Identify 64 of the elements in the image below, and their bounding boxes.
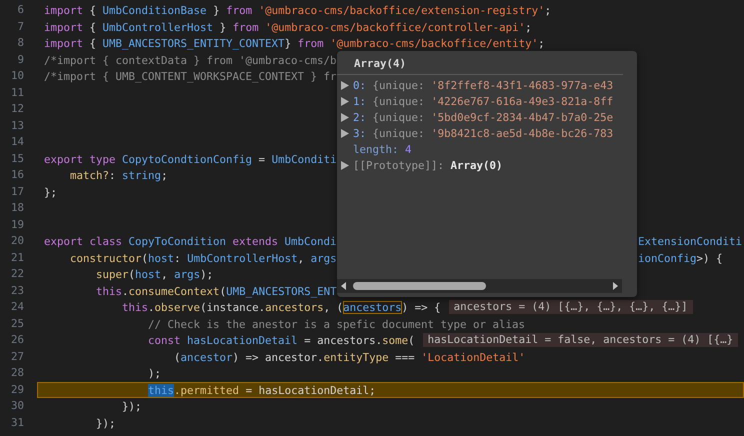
line-number: 24: [10, 299, 24, 315]
expand-icon[interactable]: [341, 80, 349, 90]
line-number: 9: [16, 52, 24, 68]
code-line: );: [147, 366, 162, 380]
code-line: import { UmbControllerHost } from '@umbraco-cms/backoffice/controller-api';: [44, 20, 532, 34]
length-entry: length: 4: [353, 142, 412, 156]
array-entry[interactable]: 2: {unique: '5bd0e9cf-2834-4b47-b7a0-25e: [353, 110, 614, 124]
array-entry[interactable]: 1: {unique: '4226e767-616a-49e3-821a-8ff: [353, 94, 614, 108]
code-line: super(host, args);: [95, 267, 214, 282]
code-line: });: [95, 416, 116, 430]
code-line: export type CopytoCondtionConfig = UmbConditi: [44, 152, 337, 166]
code-line: /*import { contextData } from '@umbraco-cms/b: [44, 52, 337, 67]
code-line: const hasLocationDetail = ancestors.some(: [147, 333, 415, 348]
code-line: ExtensionConditi: [638, 234, 742, 248]
horizontal-scrollbar[interactable]: [337, 279, 622, 293]
expand-icon[interactable]: [341, 96, 349, 106]
line-number: 14: [10, 134, 24, 150]
line-number: 8: [16, 35, 24, 51]
code-line: this.permitted = hasLocationDetail;: [147, 382, 376, 397]
line-number: 26: [10, 332, 24, 348]
line-number: 29: [10, 382, 24, 398]
line-number: 28: [10, 365, 24, 381]
line-number: 27: [10, 348, 24, 364]
line-number: 23: [10, 282, 24, 298]
code-line: /*import { UMB_CONTENT_WORKSPACE_CONTEXT } fr: [44, 69, 337, 84]
code-line: export class CopyToCondition extends UmbCondi: [44, 234, 338, 248]
line-number: 19: [10, 216, 24, 232]
expand-icon[interactable]: [341, 128, 349, 138]
code-line: ionConfig>) {: [638, 250, 723, 265]
code-line: };: [44, 184, 58, 199]
code-line: // Check is the anestor is a spefic document type or alias: [147, 316, 526, 331]
expand-icon[interactable]: [341, 112, 349, 122]
line-number: 31: [10, 414, 24, 430]
line-number: 10: [10, 68, 24, 84]
code-line: match?: string;: [69, 168, 168, 182]
line-number: 30: [10, 398, 24, 414]
prototype-entry[interactable]: [[Prototype]]: Array(0): [353, 158, 503, 172]
code-line: this.consumeContext(UMB_ANCESTORS_ENT: [95, 284, 337, 298]
code-line: import { UMB_ANCESTORS_ENTITY_CONTEXT} from '@umbraco-cms/backoffice/entity';: [44, 36, 545, 50]
line-number: 17: [10, 184, 24, 200]
line-number: 18: [10, 200, 24, 216]
line-number: 15: [10, 150, 24, 166]
line-number: 16: [10, 167, 24, 183]
line-number: 12: [10, 101, 24, 117]
expand-icon[interactable]: [341, 160, 349, 170]
code-line: this.observe(instance.ancestors, (ancestors) => {: [121, 300, 441, 314]
inline-value-hint: ancestors = (4) [{…}, {…}, {…}, {…}]: [448, 300, 693, 314]
array-entry[interactable]: 3: {unique: '9b8421c8-ae5d-4b8e-bc26-783: [353, 126, 614, 140]
code-line: import { UmbConditionBase } from '@umbraco-cms/backoffice/extension-registry';: [44, 3, 552, 18]
scrollbar-thumb[interactable]: [353, 282, 486, 290]
code-line: (ancestor) => ancestor.entityType === 'LocationDetail': [173, 350, 526, 364]
array-entry[interactable]: 0: {unique: '8f2ffef8-43f1-4683-977a-e43: [353, 78, 614, 92]
code-line: constructor(host: UmbControllerHost, args: [69, 250, 338, 265]
line-number: 22: [10, 266, 24, 282]
code-line: });: [121, 399, 142, 414]
line-number: 21: [10, 250, 24, 266]
line-number: 20: [10, 233, 24, 249]
line-number: 6: [16, 2, 24, 18]
popup-title: Array(4): [337, 51, 623, 75]
line-number: 13: [10, 118, 24, 134]
line-number: 7: [16, 18, 24, 34]
line-number: 11: [10, 84, 24, 100]
inline-value-hint: hasLocationDetail = false, ancestors = (4) [{…}: [422, 333, 738, 348]
line-number: 25: [10, 316, 24, 332]
